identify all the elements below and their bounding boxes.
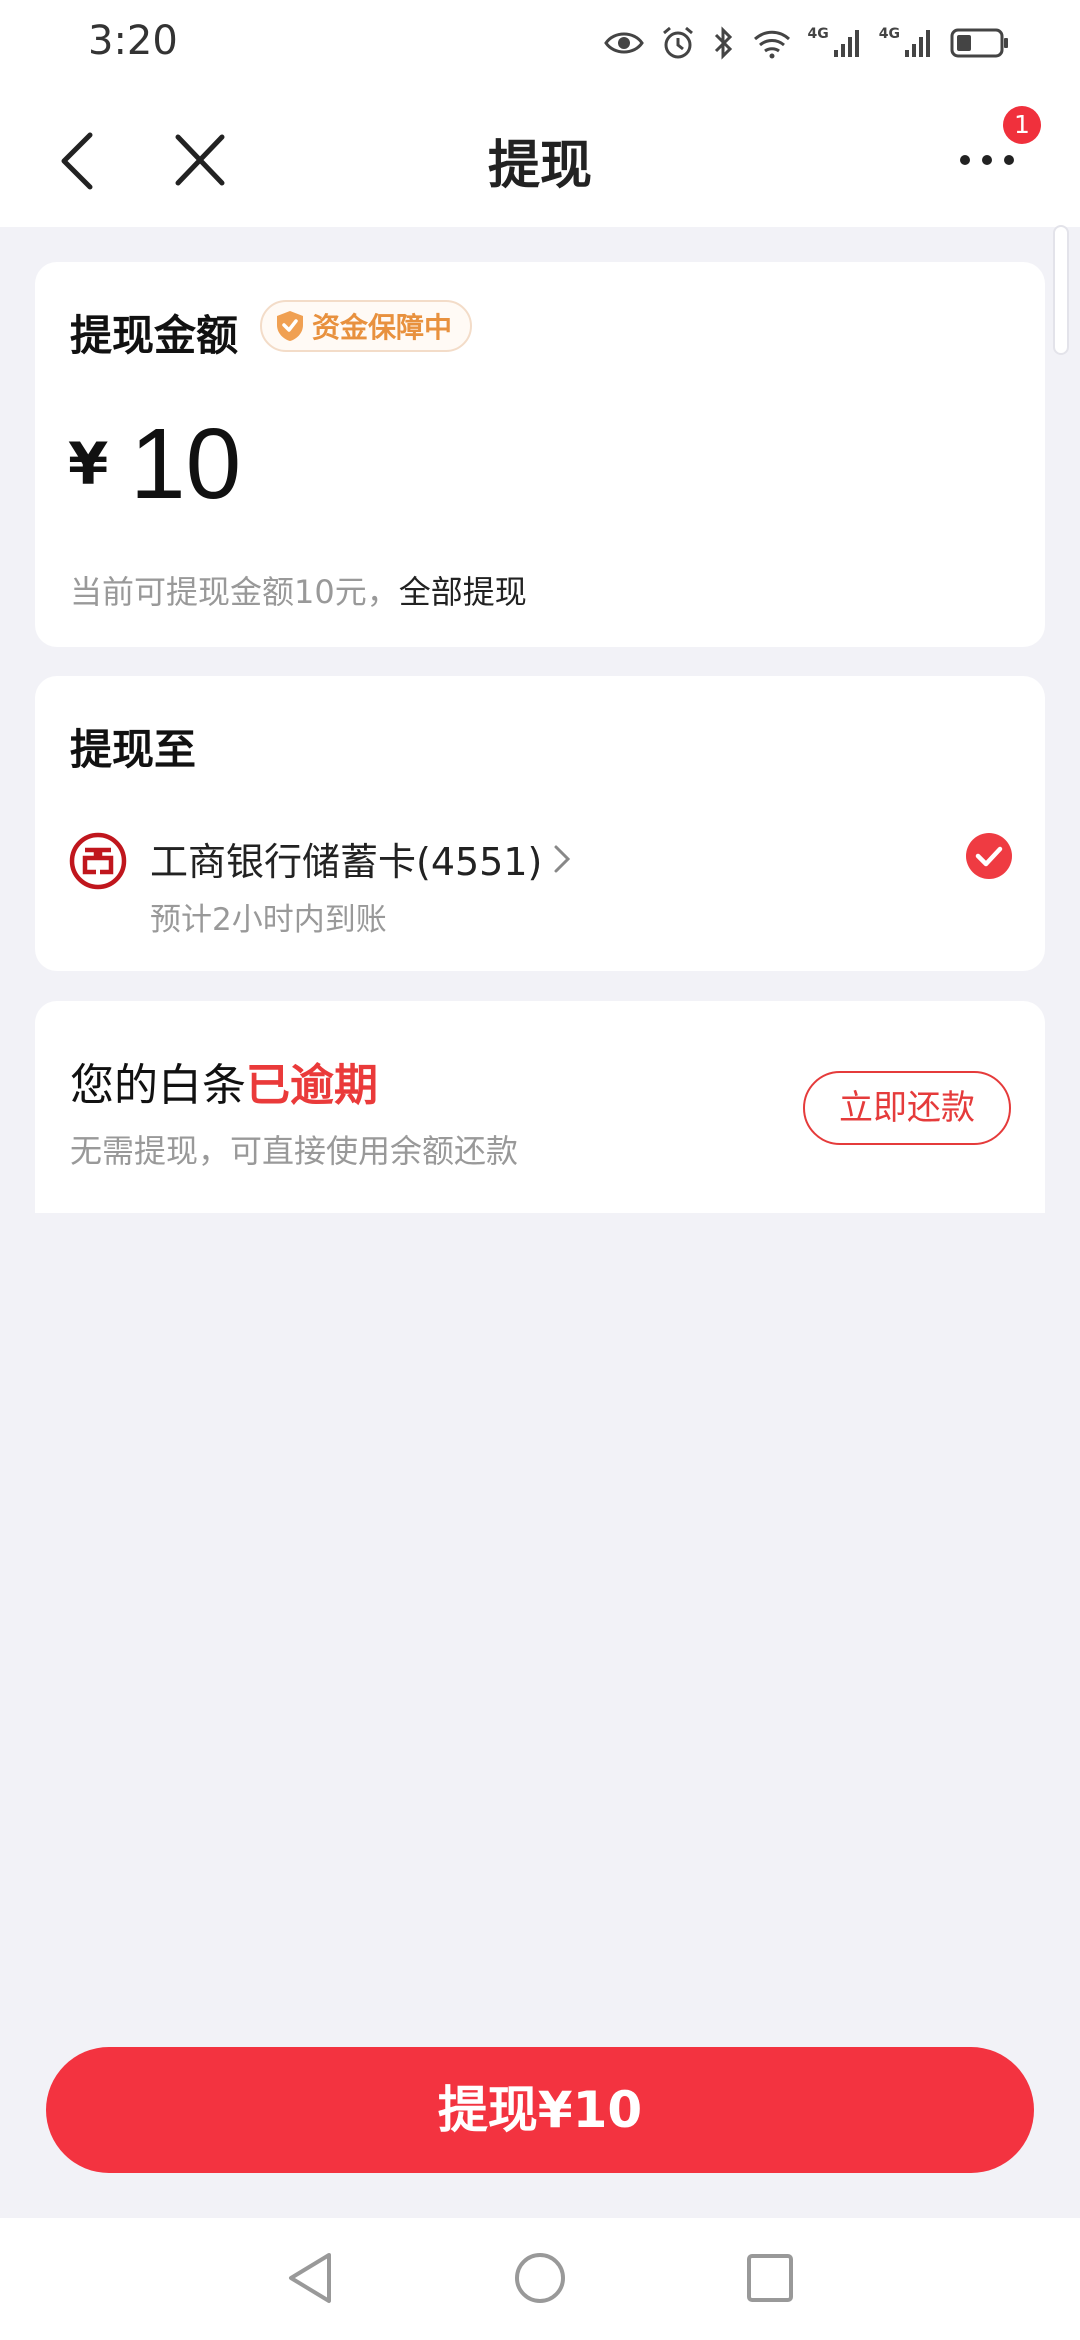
signal-icon [833,30,859,57]
currency-symbol: ¥ [68,430,109,498]
page-title: 提现 [487,136,592,196]
withdraw-submit-button[interactable]: 提现¥10 [46,2047,1034,2173]
arrival-time: 预计2小时内到账 [150,902,387,938]
top-nav-bar: 提现 1 [0,85,1080,227]
repay-title-prefix: 您的白条 [70,1060,246,1111]
nav-back-icon[interactable] [285,2250,335,2306]
status-time: 3:20 [88,18,178,64]
chevron-right-icon [554,845,571,872]
withdraw-destination-card: 提现至 工商银行储蓄卡(4551) 预计2小时内到账 [35,676,1045,971]
network-label-2: 4G [878,26,900,42]
signal-icon [905,30,930,57]
repay-card: 您的白条已逾期 无需提现，可直接使用余额还款 立即还款 [35,1001,1045,1213]
nav-recents-icon[interactable] [745,2250,795,2306]
withdraw-amount-card: 提现金额 资金保障中 ¥ 10 当前可提现金额10元，全部提现 [35,262,1045,647]
nav-home-icon[interactable] [513,2250,567,2306]
available-amount-hint: 当前可提现金额10元，全部提现 [70,567,527,613]
notification-badge: 1 [1003,106,1041,144]
repay-subtitle: 无需提现，可直接使用余额还款 [70,1132,519,1170]
repay-now-button[interactable]: 立即还款 [803,1071,1011,1145]
bluetooth-icon [714,26,732,60]
withdraw-all-link[interactable]: 全部提现 [399,573,527,611]
system-navigation-bar [0,2218,1080,2340]
alarm-icon [662,26,693,59]
eye-icon [603,32,644,54]
shield-check-icon [277,311,303,341]
destination-card-title: 提现至 [70,725,197,774]
amount-card-title: 提现金额 [70,311,239,360]
wifi-icon [753,30,790,59]
amount-input[interactable]: 10 [130,407,241,522]
scrollbar[interactable] [1053,225,1069,355]
checkmark-selected-icon[interactable] [965,832,1013,880]
bank-card-selector[interactable]: 工商银行储蓄卡(4551) [150,831,572,886]
fund-protection-badge: 资金保障中 [260,300,473,352]
status-bar: 3:20 4G 4G [0,0,1080,85]
fund-protection-label: 资金保障中 [312,311,453,344]
network-label-1: 4G [807,26,829,42]
status-icons: 4G 4G [603,20,1010,66]
battery-icon [950,28,1008,58]
overdue-status: 已逾期 [246,1060,378,1111]
icbc-bank-logo-icon [69,832,127,890]
repay-title: 您的白条已逾期 [70,1049,378,1113]
bank-card-name: 工商银行储蓄卡(4551) [150,840,543,884]
more-dots-icon[interactable] [955,145,1025,175]
available-amount-text: 当前可提现金额10元， [70,573,399,611]
